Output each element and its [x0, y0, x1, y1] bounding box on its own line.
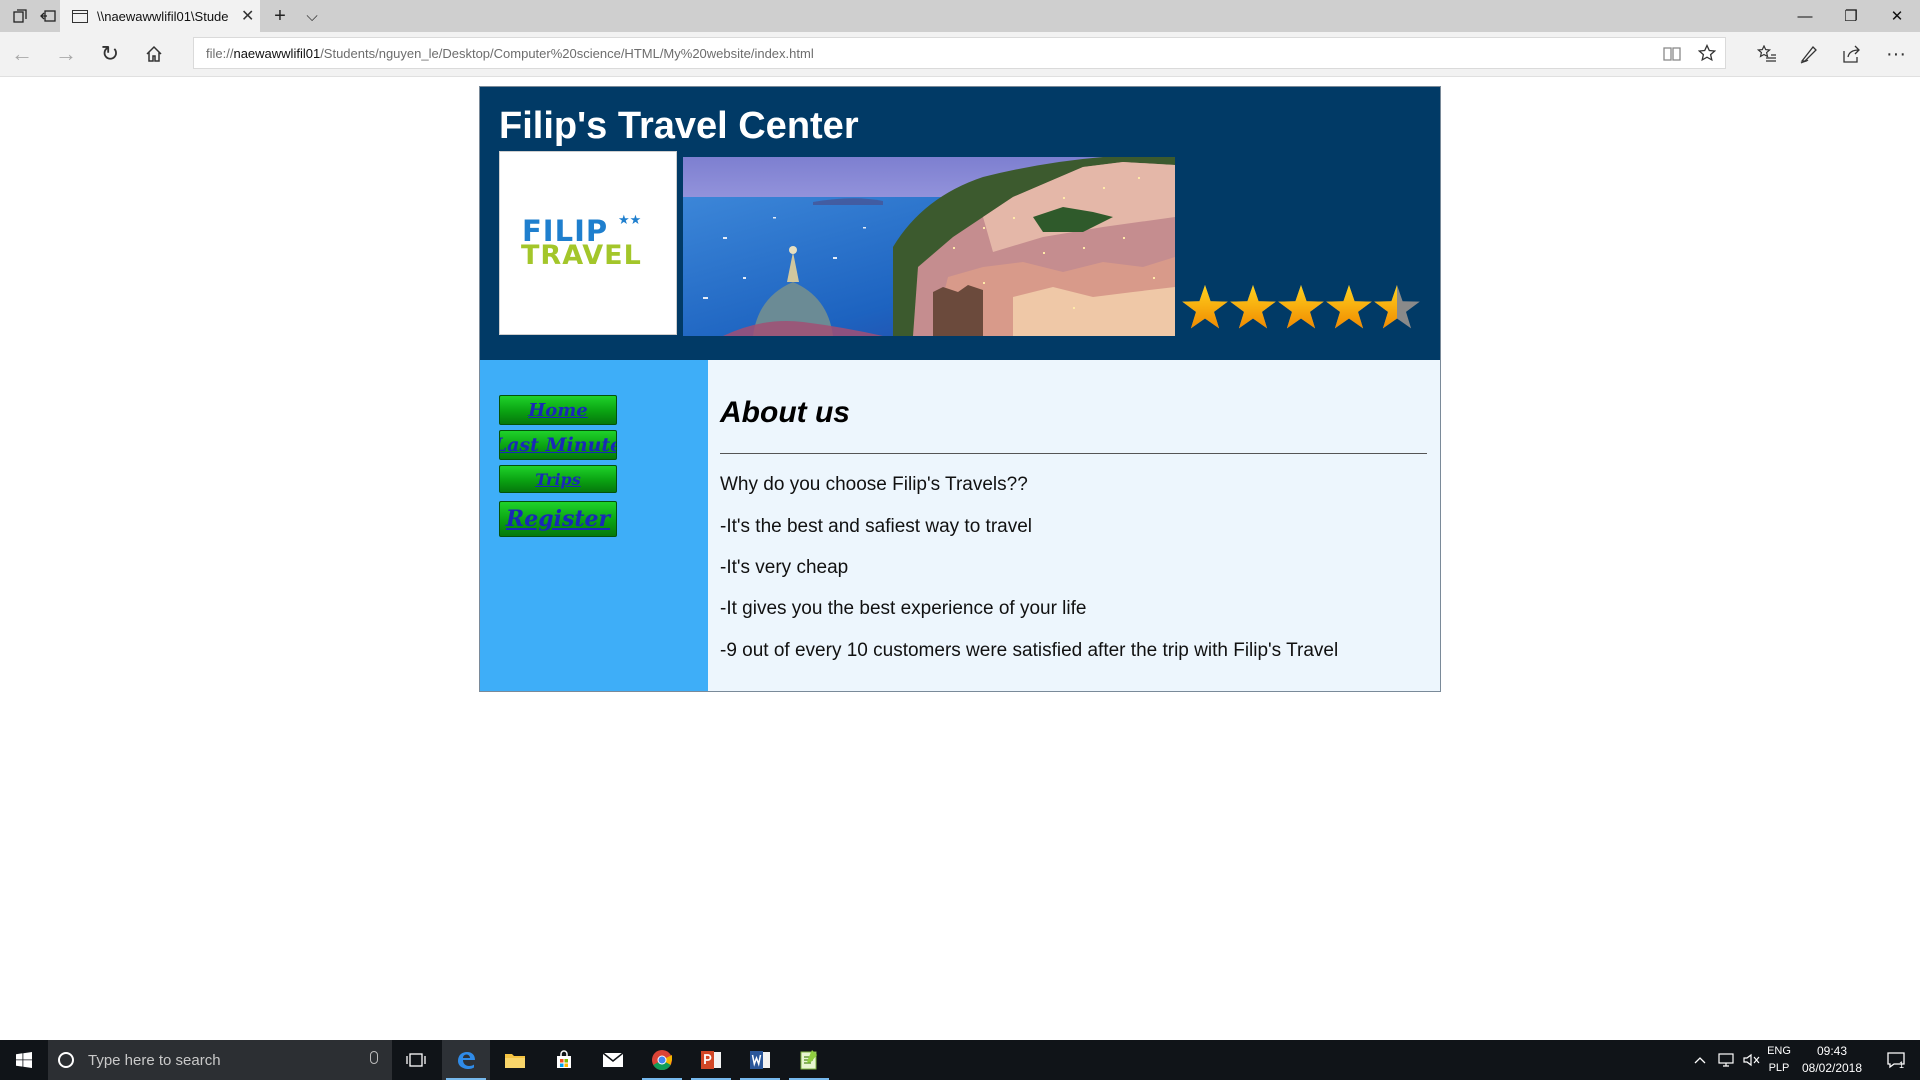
about-us-section: About us Why do you choose Filip's Trave…: [708, 360, 1440, 691]
file-explorer-icon[interactable]: [491, 1040, 539, 1080]
filip-travel-logo: FILIP ★★ TRAVEL: [499, 151, 677, 335]
heading-divider: [720, 453, 1427, 454]
search-placeholder: Type here to search: [88, 1051, 221, 1069]
rating-stars: [1180, 283, 1422, 333]
favorite-star-icon[interactable]: [1693, 40, 1721, 66]
network-icon[interactable]: [1714, 1040, 1738, 1080]
tab-close-icon[interactable]: ✕: [241, 6, 254, 26]
store-icon[interactable]: [540, 1040, 588, 1080]
mail-icon[interactable]: [589, 1040, 637, 1080]
sidebar-nav: Home Last Minute Trips Register: [480, 360, 708, 691]
notification-count-badge: 1: [1899, 1060, 1905, 1070]
amalfi-coast-photo: [683, 157, 1175, 336]
tab-list-chevron-icon[interactable]: ⌵: [292, 0, 332, 32]
chrome-icon[interactable]: [638, 1040, 686, 1080]
rating-star-2: [1230, 285, 1276, 329]
about-line-experience: -It gives you the best experience of you…: [720, 598, 1087, 619]
back-button[interactable]: ←: [2, 38, 42, 70]
close-window-button[interactable]: ✕: [1874, 0, 1920, 32]
web-notes-pen-icon[interactable]: [1789, 38, 1829, 70]
word-icon[interactable]: [736, 1040, 784, 1080]
about-line-cheap: -It's very cheap: [720, 557, 849, 578]
edge-browser-icon[interactable]: [442, 1040, 490, 1080]
favorites-hub-icon[interactable]: [1747, 38, 1787, 70]
nav-register-button[interactable]: Register: [499, 501, 617, 537]
volume-muted-icon[interactable]: [1740, 1040, 1764, 1080]
more-menu-button[interactable]: ···: [1876, 38, 1916, 70]
start-windows-icon[interactable]: [0, 1040, 48, 1080]
cortana-circle-icon: [58, 1052, 74, 1068]
notepad-plus-plus-icon[interactable]: [785, 1040, 833, 1080]
share-icon[interactable]: [1832, 38, 1872, 70]
about-line-question: Why do you choose Filip's Travels??: [720, 474, 1028, 495]
about-line-safest: -It's the best and safiest way to travel: [720, 516, 1032, 537]
logo-text-travel: TRAVEL: [521, 240, 642, 271]
microphone-icon[interactable]: [370, 1051, 378, 1064]
rating-star-4: [1326, 285, 1372, 329]
reading-view-icon[interactable]: [1658, 40, 1686, 66]
page-icon: [72, 9, 88, 23]
input-language-indicator[interactable]: ENG PLP: [1764, 1043, 1794, 1077]
site-header: Filip's Travel Center FILIP ★★ TRAVEL: [480, 87, 1440, 360]
travel-site-page: Filip's Travel Center FILIP ★★ TRAVEL Ho…: [479, 86, 1441, 692]
refresh-button[interactable]: ↻: [90, 38, 130, 70]
taskbar-search-box[interactable]: Type here to search: [48, 1040, 392, 1080]
site-title: Filip's Travel Center: [499, 105, 859, 147]
active-tab[interactable]: \\naewawwlifil01\Stude ✕: [60, 0, 260, 32]
minimize-button[interactable]: —: [1782, 0, 1828, 32]
browser-nav-bar: ← → ↻ file://naewawwlifil01/Students/ngu…: [0, 32, 1920, 77]
action-center-icon[interactable]: 1: [1872, 1040, 1920, 1080]
home-icon[interactable]: [134, 38, 174, 70]
rating-star-3: [1278, 285, 1324, 329]
rating-star-1: [1182, 285, 1228, 329]
nav-trips-button[interactable]: Trips: [499, 465, 617, 493]
nav-last-minute-button[interactable]: Last Minute: [499, 430, 617, 460]
about-line-satisfied: -9 out of every 10 customers were satisf…: [720, 640, 1339, 661]
nav-home-button[interactable]: Home: [499, 395, 617, 425]
url-text[interactable]: file://naewawwlifil01/Students/nguyen_le…: [206, 46, 814, 61]
taskbar-clock[interactable]: 09:43 08/02/2018: [1792, 1043, 1872, 1077]
task-view-icon[interactable]: [392, 1040, 440, 1080]
logo-stars: ★★: [618, 212, 642, 227]
address-bar[interactable]: file://naewawwlifil01/Students/nguyen_le…: [193, 37, 1726, 69]
restore-button[interactable]: ❐: [1828, 0, 1874, 32]
about-heading: About us: [720, 396, 850, 429]
forward-button[interactable]: →: [46, 38, 86, 70]
tab-title: \\naewawwlifil01\Stude: [97, 8, 229, 24]
powerpoint-icon[interactable]: [687, 1040, 735, 1080]
show-hidden-icons-chevron-icon[interactable]: [1690, 1040, 1710, 1080]
windows-taskbar: Type here to search ENG PLP 09:43 08/02/…: [0, 1040, 1920, 1080]
browser-tab-bar: \\naewawwlifil01\Stude ✕ + ⌵ — ❐ ✕: [0, 0, 1920, 32]
